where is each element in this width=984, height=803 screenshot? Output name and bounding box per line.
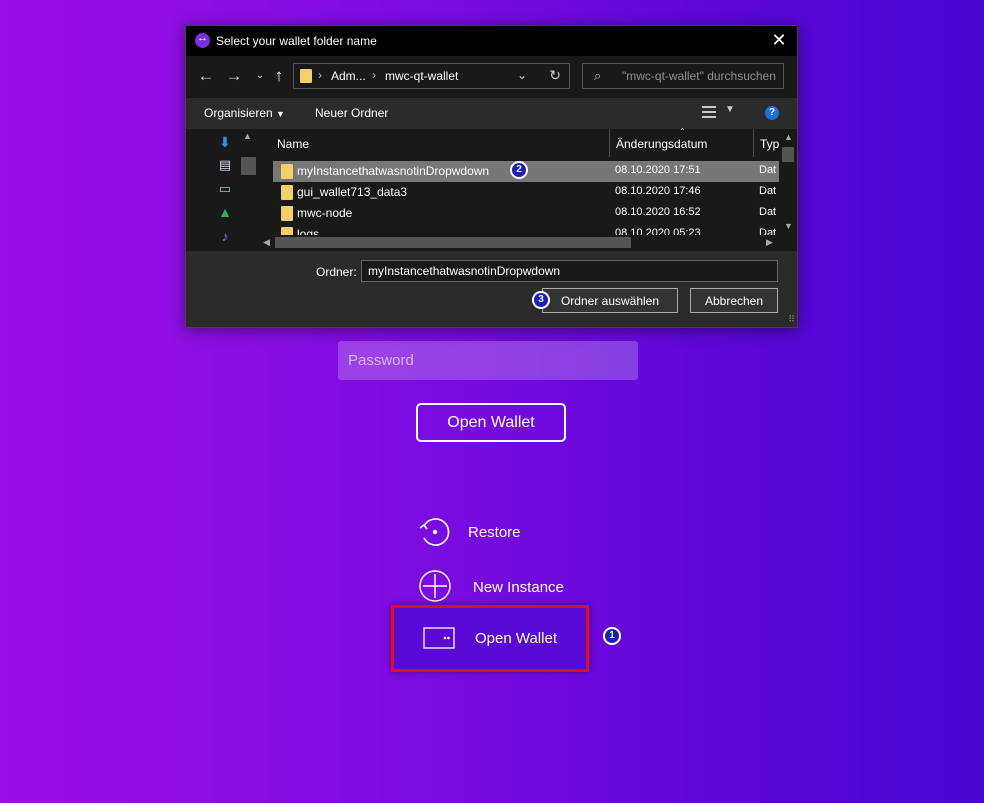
step-badge-1: 1: [603, 627, 621, 645]
app-logo-icon: [195, 32, 210, 48]
folder-icon: [281, 227, 293, 235]
chevron-right-icon: ›: [372, 68, 376, 82]
step-badge-2: 2: [510, 161, 528, 179]
new-folder-button[interactable]: Neuer Ordner: [315, 106, 388, 120]
file-row[interactable]: logs 08.10.2020 05:23 Dat: [273, 224, 779, 235]
file-name: logs: [297, 227, 320, 235]
select-folder-button[interactable]: Ordner auswählen: [542, 288, 678, 313]
folder-icon: [281, 185, 293, 200]
search-placeholder: "mwc-qt-wallet" durchsuchen: [622, 69, 776, 83]
dialog-toolbar: Organisieren ▼ Neuer Ordner ▼ ?: [186, 98, 797, 129]
add-circle-icon: [419, 570, 451, 602]
close-icon[interactable]: ✕: [769, 30, 789, 50]
nav-scroll-thumb[interactable]: [241, 157, 256, 175]
navigation-bar: ← → ⌄ ↑ › Adm... › mwc-qt-wallet ⌄ ↻ ⌕ "…: [186, 56, 797, 98]
folder-icon: [300, 69, 312, 83]
google-drive-icon[interactable]: ▲: [218, 205, 232, 219]
restore-icon: [419, 518, 450, 546]
resize-grip-icon[interactable]: ⠿: [788, 314, 795, 325]
chevron-right-icon: ›: [318, 68, 322, 82]
folder-name-field[interactable]: [361, 260, 778, 282]
column-divider[interactable]: [753, 129, 754, 157]
column-date[interactable]: Änderungsdatum: [616, 137, 707, 151]
column-type[interactable]: Typ: [760, 137, 779, 151]
column-divider[interactable]: [609, 129, 610, 157]
file-list: Name ⌃ Änderungsdatum Typ myInstancethat…: [259, 127, 797, 251]
vertical-scroll-thumb[interactable]: [782, 147, 794, 162]
file-date: 08.10.2020 17:46: [615, 185, 701, 197]
vertical-scrollbar[interactable]: [779, 129, 797, 235]
file-date: 08.10.2020 05:23: [615, 227, 701, 235]
file-browser: ⬇ ▤ ▭ ▲ ♪ ▲ Name ⌃ Änderungsdatum Typ my…: [186, 127, 797, 251]
file-type: Dat: [759, 185, 777, 197]
folder-icon: [281, 164, 293, 179]
breadcrumb-item[interactable]: mwc-qt-wallet: [385, 69, 458, 83]
file-type: Dat: [759, 206, 777, 218]
file-name: myInstancethatwasnotinDropwdown: [297, 164, 490, 178]
new-instance-action[interactable]: New Instance: [418, 569, 578, 605]
step-badge-3: 3: [532, 291, 550, 309]
pictures-icon[interactable]: ▭: [218, 182, 232, 196]
open-wallet-highlight-box[interactable]: Open Wallet: [391, 605, 589, 672]
chevron-down-icon: ▼: [276, 109, 285, 119]
file-date: 08.10.2020 16:52: [615, 206, 701, 218]
column-name[interactable]: Name: [277, 137, 309, 151]
folder-label: Ordner:: [316, 265, 357, 279]
file-type: Dat: [759, 227, 777, 235]
refresh-icon[interactable]: ↻: [549, 67, 561, 84]
chevron-down-icon[interactable]: ▼: [725, 104, 735, 115]
sort-chevron-icon: ⌃: [679, 127, 686, 136]
navigation-pane: ⬇ ▤ ▭ ▲ ♪ ▲: [186, 129, 259, 251]
file-date: 08.10.2020 17:51: [615, 164, 701, 176]
scroll-down-icon[interactable]: ▼: [784, 221, 793, 231]
documents-icon[interactable]: ▤: [218, 158, 232, 172]
up-arrow-icon[interactable]: ↑: [269, 66, 289, 86]
nav-scrollbar[interactable]: [240, 129, 258, 251]
chevron-down-icon[interactable]: ⌄: [517, 68, 527, 82]
view-options-icon[interactable]: [702, 106, 716, 118]
file-type: Dat: [759, 164, 777, 176]
organize-menu[interactable]: Organisieren ▼: [204, 106, 285, 120]
horizontal-scroll-thumb[interactable]: [275, 237, 631, 248]
breadcrumb-item[interactable]: Adm...: [331, 69, 366, 83]
dialog-footer: Ordner: Ordner auswählen Abbrechen ⠿: [186, 251, 797, 327]
restore-action[interactable]: Restore: [414, 513, 554, 551]
scroll-up-icon[interactable]: ▲: [784, 132, 793, 142]
organize-label: Organisieren: [204, 106, 273, 120]
file-name: gui_wallet713_data3: [297, 185, 408, 199]
recent-chevron-icon[interactable]: ⌄: [250, 70, 270, 81]
scroll-up-icon[interactable]: ▲: [243, 131, 252, 141]
file-row[interactable]: mwc-node 08.10.2020 16:52 Dat: [273, 203, 779, 224]
file-name: mwc-node: [297, 206, 353, 220]
address-bar[interactable]: › Adm... › mwc-qt-wallet ⌄ ↻: [293, 63, 570, 89]
file-row[interactable]: gui_wallet713_data3 08.10.2020 17:46 Dat: [273, 182, 779, 203]
scroll-right-icon[interactable]: ▶: [766, 237, 773, 248]
password-field[interactable]: [338, 341, 638, 380]
search-input[interactable]: ⌕ "mwc-qt-wallet" durchsuchen: [582, 63, 784, 89]
search-icon: ⌕: [594, 68, 602, 83]
forward-arrow-icon[interactable]: →: [224, 66, 244, 86]
new-instance-label: New Instance: [473, 579, 564, 596]
open-wallet-label: Open Wallet: [475, 630, 557, 647]
music-icon[interactable]: ♪: [218, 229, 232, 243]
back-arrow-icon[interactable]: ←: [196, 66, 216, 86]
open-wallet-button[interactable]: Open Wallet: [416, 403, 566, 442]
folder-icon: [281, 206, 293, 221]
scroll-left-icon[interactable]: ◀: [263, 237, 270, 248]
help-icon[interactable]: ?: [765, 106, 779, 120]
downloads-icon[interactable]: ⬇: [218, 135, 232, 149]
dialog-titlebar: Select your wallet folder name ✕: [186, 26, 797, 56]
wallet-icon: [423, 627, 455, 649]
dialog-title: Select your wallet folder name: [216, 34, 377, 48]
cancel-button[interactable]: Abbrechen: [690, 288, 778, 313]
folder-select-dialog: Select your wallet folder name ✕ ← → ⌄ ↑…: [185, 25, 798, 328]
restore-label: Restore: [468, 524, 521, 541]
file-list-header: Name ⌃ Änderungsdatum Typ: [259, 127, 779, 157]
